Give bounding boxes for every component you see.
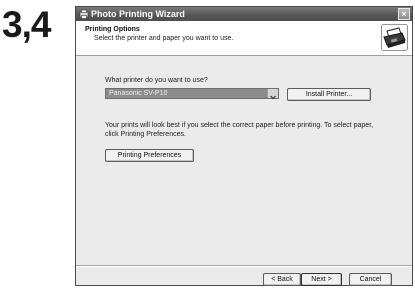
page-subtitle: Select the printer and paper you want to… <box>94 35 234 42</box>
title-bar: Photo Printing Wizard × <box>76 7 412 21</box>
paper-info-text: Your prints will look best if you select… <box>105 122 374 138</box>
chevron-down-icon[interactable] <box>267 89 278 100</box>
printer-icon <box>381 24 408 51</box>
printer-select[interactable]: Panasonic SV-P10 <box>105 88 279 100</box>
printer-question: What printer do you want to use? <box>105 77 208 84</box>
install-printer-button[interactable]: Install Printer... <box>287 88 371 101</box>
next-button[interactable]: Next > <box>301 273 342 286</box>
wizard-header: Printing Options Select the printer and … <box>76 21 412 56</box>
window-title: Photo Printing Wizard <box>91 9 185 19</box>
photo-printing-wizard-window: Photo Printing Wizard × Printing Options… <box>75 6 413 286</box>
close-icon: × <box>401 9 407 19</box>
printing-preferences-button[interactable]: Printing Preferences <box>105 149 194 162</box>
close-button[interactable]: × <box>398 8 410 20</box>
back-button[interactable]: < Back <box>263 273 301 286</box>
photo-wizard-icon <box>79 9 89 19</box>
footer-divider <box>76 265 412 267</box>
printer-select-value: Panasonic SV-P10 <box>109 90 168 97</box>
step-label: 3,4 <box>2 4 51 45</box>
cancel-button[interactable]: Cancel <box>349 273 392 286</box>
page-title: Printing Options <box>85 26 140 33</box>
